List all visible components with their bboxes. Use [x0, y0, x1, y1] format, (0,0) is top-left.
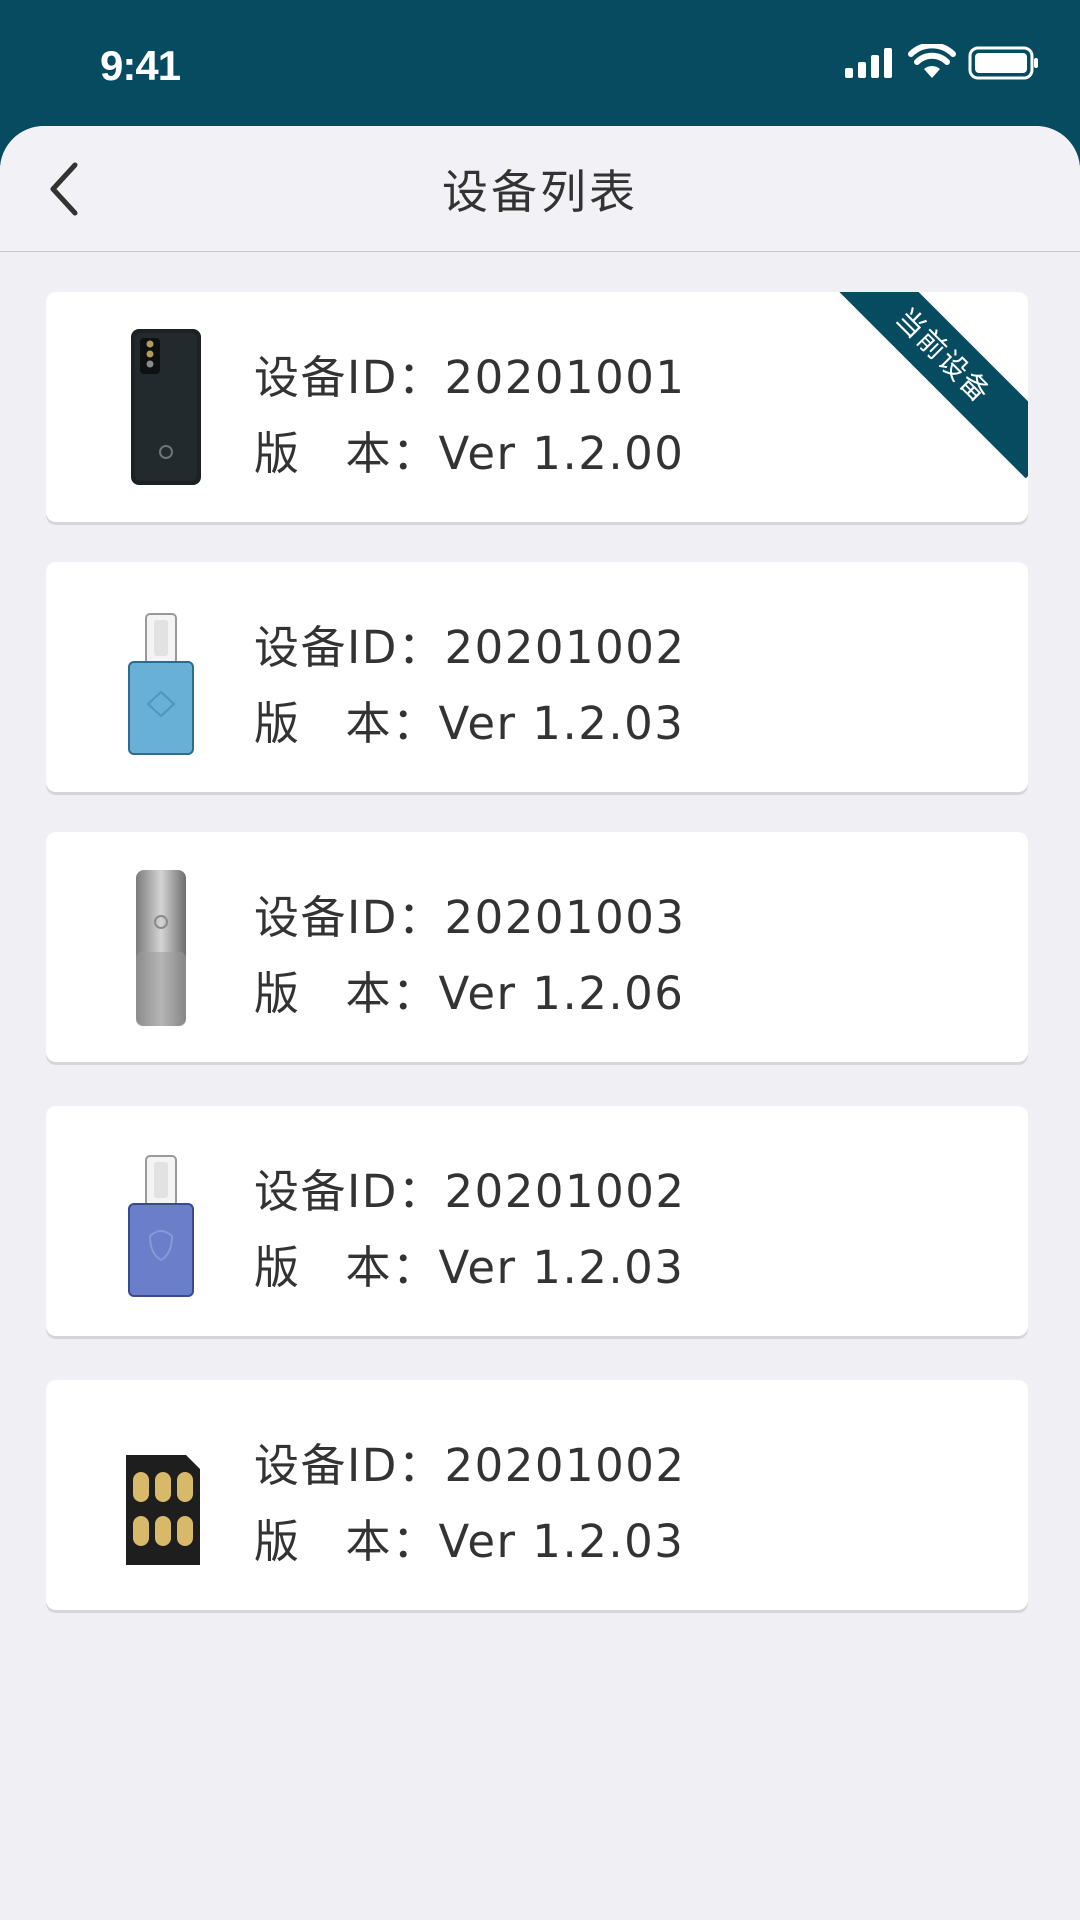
device-version-value: Ver 1.2.06: [438, 967, 685, 1020]
screen-sheet: 设备列表 设备ID：20201001 版本：Ver 1.2.00 当前设备: [0, 126, 1080, 1920]
device-id-value: 20201002: [444, 621, 686, 674]
device-id-label: 设备ID：: [254, 891, 445, 944]
status-bar: 9:41: [0, 0, 1080, 126]
phone-icon: [131, 329, 201, 485]
version-label-part2: 本：: [345, 967, 439, 1020]
device-card[interactable]: 设备ID： 20201002 版本： Ver 1.2.03: [46, 1106, 1028, 1336]
version-label-part1: 版: [254, 967, 301, 1020]
page-title: 设备列表: [442, 165, 638, 219]
signal-icon: [845, 48, 892, 78]
battery-icon: [968, 46, 1038, 80]
device-version-value: Ver 1.2.03: [438, 697, 685, 750]
device-info: 设备ID： 20201003 版本： Ver 1.2.06: [254, 880, 685, 1032]
device-info: 设备ID： 20201002 版本： Ver 1.2.03: [254, 1154, 685, 1306]
device-card[interactable]: 设备ID： 20201002 版本： Ver 1.2.03: [46, 562, 1028, 792]
device-version-value: Ver 1.2.03: [438, 1515, 685, 1568]
sim-card-icon: [126, 1455, 200, 1565]
status-time: 9:41: [100, 42, 181, 89]
current-device-badge: 当前设备: [820, 292, 1028, 479]
device-id-value: 20201002: [444, 1165, 686, 1218]
device-id-value: 20201002: [444, 1439, 686, 1492]
version-label-part1: 版: [254, 427, 301, 480]
device-info: 设备ID： 20201002 版本： Ver 1.2.03: [254, 610, 685, 762]
device-id-value: 20201001: [444, 351, 686, 404]
usb-key-silver-icon: [136, 870, 186, 1026]
device-id-label: 设备ID：: [254, 1439, 445, 1492]
device-card[interactable]: 设备ID： 20201002 版本： Ver 1.2.03: [46, 1380, 1028, 1610]
version-label-part2: 本：: [345, 1241, 439, 1294]
version-label-part1: 版: [254, 1515, 301, 1568]
version-label-part1: 版: [254, 697, 301, 750]
device-info: 设备ID： 20201002 版本： Ver 1.2.03: [254, 1428, 685, 1580]
device-id-label: 设备ID：: [254, 351, 445, 404]
device-card[interactable]: 设备ID： 20201001 版本： Ver 1.2.00 当前设备: [46, 292, 1028, 522]
version-label-part2: 本：: [345, 427, 439, 480]
device-version-value: Ver 1.2.03: [438, 1241, 685, 1294]
device-id-label: 设备ID：: [254, 1165, 445, 1218]
version-label-part2: 本：: [345, 1515, 439, 1568]
nav-bar: 设备列表: [0, 126, 1080, 252]
device-version-value: Ver 1.2.00: [438, 427, 685, 480]
device-id-label: 设备ID：: [254, 621, 445, 674]
usb-c-key-blue-icon: [128, 613, 194, 755]
device-id-value: 20201003: [444, 891, 686, 944]
version-label-part2: 本：: [345, 697, 439, 750]
device-info: 设备ID： 20201001 版本： Ver 1.2.00: [254, 340, 685, 492]
wifi-icon: [908, 44, 956, 78]
usb-c-key-purple-icon: [128, 1155, 194, 1297]
device-card[interactable]: 设备ID： 20201003 版本： Ver 1.2.06: [46, 832, 1028, 1062]
version-label-part1: 版: [254, 1241, 301, 1294]
